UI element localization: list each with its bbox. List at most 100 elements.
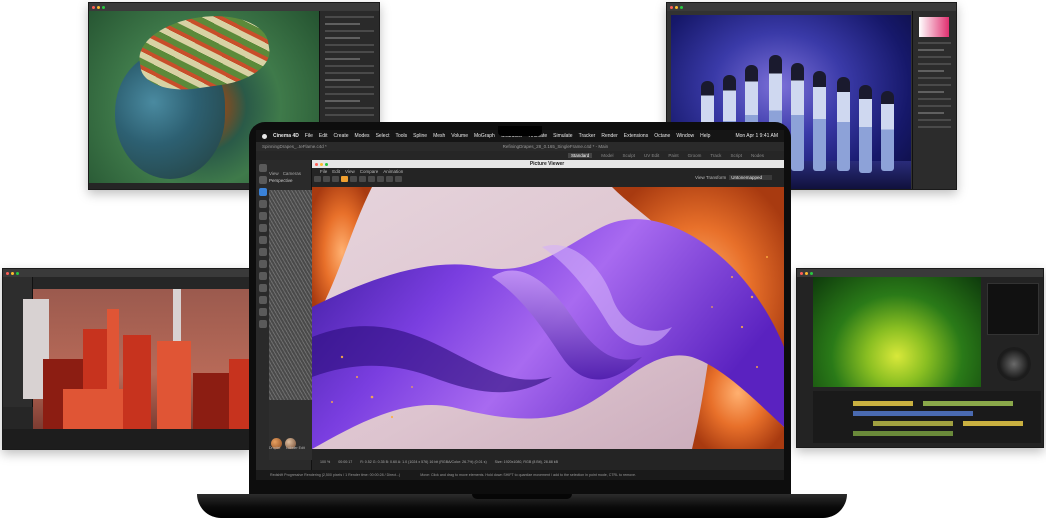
- menu-mograph[interactable]: MoGraph: [474, 133, 495, 139]
- compositing-viewer: [813, 277, 981, 387]
- view-transform-label: View Transform: [695, 175, 727, 180]
- picture-viewer-menu: File Edit View Compare Animation: [312, 168, 784, 175]
- brush-icon[interactable]: [259, 308, 267, 316]
- portrait-title-bar: [89, 3, 379, 11]
- menu-tools[interactable]: Tools: [395, 133, 407, 139]
- folder-icon[interactable]: [314, 176, 321, 182]
- compositing-title-bar: [797, 269, 1043, 277]
- status-right: Move: Click and drag to move elements. H…: [420, 473, 636, 477]
- layout-tab[interactable]: Paint: [668, 153, 678, 158]
- layout-tab[interactable]: Nodes: [751, 153, 764, 158]
- viewport-menu-view[interactable]: View: [269, 171, 279, 176]
- layout-tab[interactable]: UV Edit: [644, 153, 659, 158]
- laptop-screen: Cinema 4D File Edit Create Modes Select …: [256, 130, 784, 480]
- pv-menu-edit[interactable]: Edit: [332, 169, 340, 174]
- menu-edit[interactable]: Edit: [319, 133, 328, 139]
- grid-icon[interactable]: [377, 176, 384, 182]
- menu-app[interactable]: Cinema 4D: [273, 133, 299, 139]
- c4d-status-bar: Redshift Progressive Rendering (2,500 pi…: [256, 470, 784, 480]
- pv-size: Size: 1920x1080, RGB (8 Bit), 28.88 kB: [494, 459, 558, 464]
- status-left: Redshift Progressive Rendering (2,500 pi…: [270, 473, 401, 477]
- c4d-layout-tabs: Standard Model Sculpt UV Edit Paint Groo…: [256, 151, 784, 160]
- menu-create[interactable]: Create: [334, 133, 349, 139]
- subdivision-icon[interactable]: [259, 248, 267, 256]
- pv-menu-animation[interactable]: Animation: [383, 169, 403, 174]
- picture-viewer-title-bar: Picture Viewer: [312, 160, 784, 168]
- c4d-title-bar: SpinningDrapes_..teFlame.c4d * RefiningD…: [256, 142, 784, 151]
- viewport-menu-cameras[interactable]: Cameras: [283, 171, 301, 176]
- viewport-perspective-label: Perspective: [269, 178, 293, 183]
- contrast-icon[interactable]: [368, 176, 375, 182]
- save-icon[interactable]: [323, 176, 330, 182]
- view-transform-select[interactable]: Untonemapped: [729, 175, 772, 180]
- material-label: Lobster Edit: [286, 446, 305, 450]
- compositing-timeline: [813, 391, 1041, 443]
- pv-time: 00:00:17: [338, 459, 353, 464]
- menu-help[interactable]: Help: [700, 133, 710, 139]
- portrait-headscarf: [134, 8, 274, 96]
- live-select-icon[interactable]: [259, 176, 267, 184]
- vectorscope: [997, 347, 1031, 381]
- text-icon[interactable]: [386, 176, 393, 182]
- pv-pixel-info: R: 0.52 G: 0.35 B: 0.60 A: 1.0 (1024 x 5…: [360, 459, 487, 464]
- view-transform: View Transform Untonemapped: [695, 175, 772, 180]
- color-picker[interactable]: [919, 17, 949, 37]
- select-tool-icon[interactable]: [259, 164, 267, 172]
- scale-tool-icon[interactable]: [259, 200, 267, 208]
- pv-menu-file[interactable]: File: [320, 169, 327, 174]
- picture-viewer-statusbar: 100 % 00:00:17 R: 0.52 G: 0.35 B: 0.60 A…: [312, 458, 784, 465]
- menu-mesh[interactable]: Mesh: [433, 133, 445, 139]
- channel-icon[interactable]: [359, 176, 366, 182]
- menu-spline[interactable]: Spline: [413, 133, 427, 139]
- material-label: Droplet: [269, 446, 281, 450]
- menu-modes[interactable]: Modes: [355, 133, 370, 139]
- layout-tab[interactable]: Standard: [568, 153, 593, 158]
- menu-simulate[interactable]: Simulate: [553, 133, 572, 139]
- menu-clock: Mon Apr 1 9:41 AM: [735, 133, 778, 139]
- region-icon[interactable]: [350, 176, 357, 182]
- waveform-scope: [987, 283, 1039, 335]
- layout-tab[interactable]: Script: [730, 153, 742, 158]
- layout-tab[interactable]: Sculpt: [623, 153, 636, 158]
- compositing-window: [796, 268, 1044, 448]
- pv-menu-compare[interactable]: Compare: [360, 169, 379, 174]
- menu-octane[interactable]: Octane: [654, 133, 670, 139]
- render-icon[interactable]: [341, 176, 348, 182]
- menu-select[interactable]: Select: [376, 133, 390, 139]
- fullscreen-icon[interactable]: [395, 176, 402, 182]
- color-layers-panel: [912, 11, 956, 189]
- pv-zoom[interactable]: 100 %: [320, 460, 330, 464]
- apple-logo-icon[interactable]: [262, 133, 267, 139]
- move-tool-icon[interactable]: [259, 188, 267, 196]
- render-image: [312, 187, 784, 449]
- rotate-tool-icon[interactable]: [259, 212, 267, 220]
- cloner-icon[interactable]: [259, 260, 267, 268]
- menu-file[interactable]: File: [305, 133, 313, 139]
- c4d-document-tab[interactable]: SpinningDrapes_..teFlame.c4d *: [262, 144, 327, 149]
- menu-extensions[interactable]: Extensions: [624, 133, 648, 139]
- paint-icon[interactable]: [259, 320, 267, 328]
- menu-tracker[interactable]: Tracker: [579, 133, 596, 139]
- spline-pen-icon[interactable]: [259, 236, 267, 244]
- deformer-icon[interactable]: [259, 272, 267, 280]
- fit-icon[interactable]: [332, 176, 339, 182]
- picture-viewer-window: Picture Viewer File Edit View Compare An…: [312, 160, 784, 472]
- camera-icon[interactable]: [259, 284, 267, 292]
- material-manager: [269, 436, 312, 454]
- 3d-city-title-bar: [3, 269, 249, 277]
- menu-window[interactable]: Window: [676, 133, 694, 139]
- menu-volume[interactable]: Volume: [451, 133, 468, 139]
- pv-menu-view[interactable]: View: [345, 169, 355, 174]
- 3d-city-viewport: [23, 289, 249, 431]
- viewport-menu: View Cameras: [269, 171, 301, 176]
- layout-tab[interactable]: Track: [710, 153, 721, 158]
- layout-tab[interactable]: Groom: [688, 153, 702, 158]
- cube-icon[interactable]: [259, 224, 267, 232]
- picture-viewer-title: Picture Viewer: [529, 161, 565, 167]
- 3d-city-timeline: [3, 429, 249, 449]
- layout-tab[interactable]: Model: [601, 153, 613, 158]
- camera-notch: [498, 126, 542, 136]
- menu-render[interactable]: Render: [601, 133, 617, 139]
- light-icon[interactable]: [259, 296, 267, 304]
- laptop-hinge-notch: [472, 494, 572, 499]
